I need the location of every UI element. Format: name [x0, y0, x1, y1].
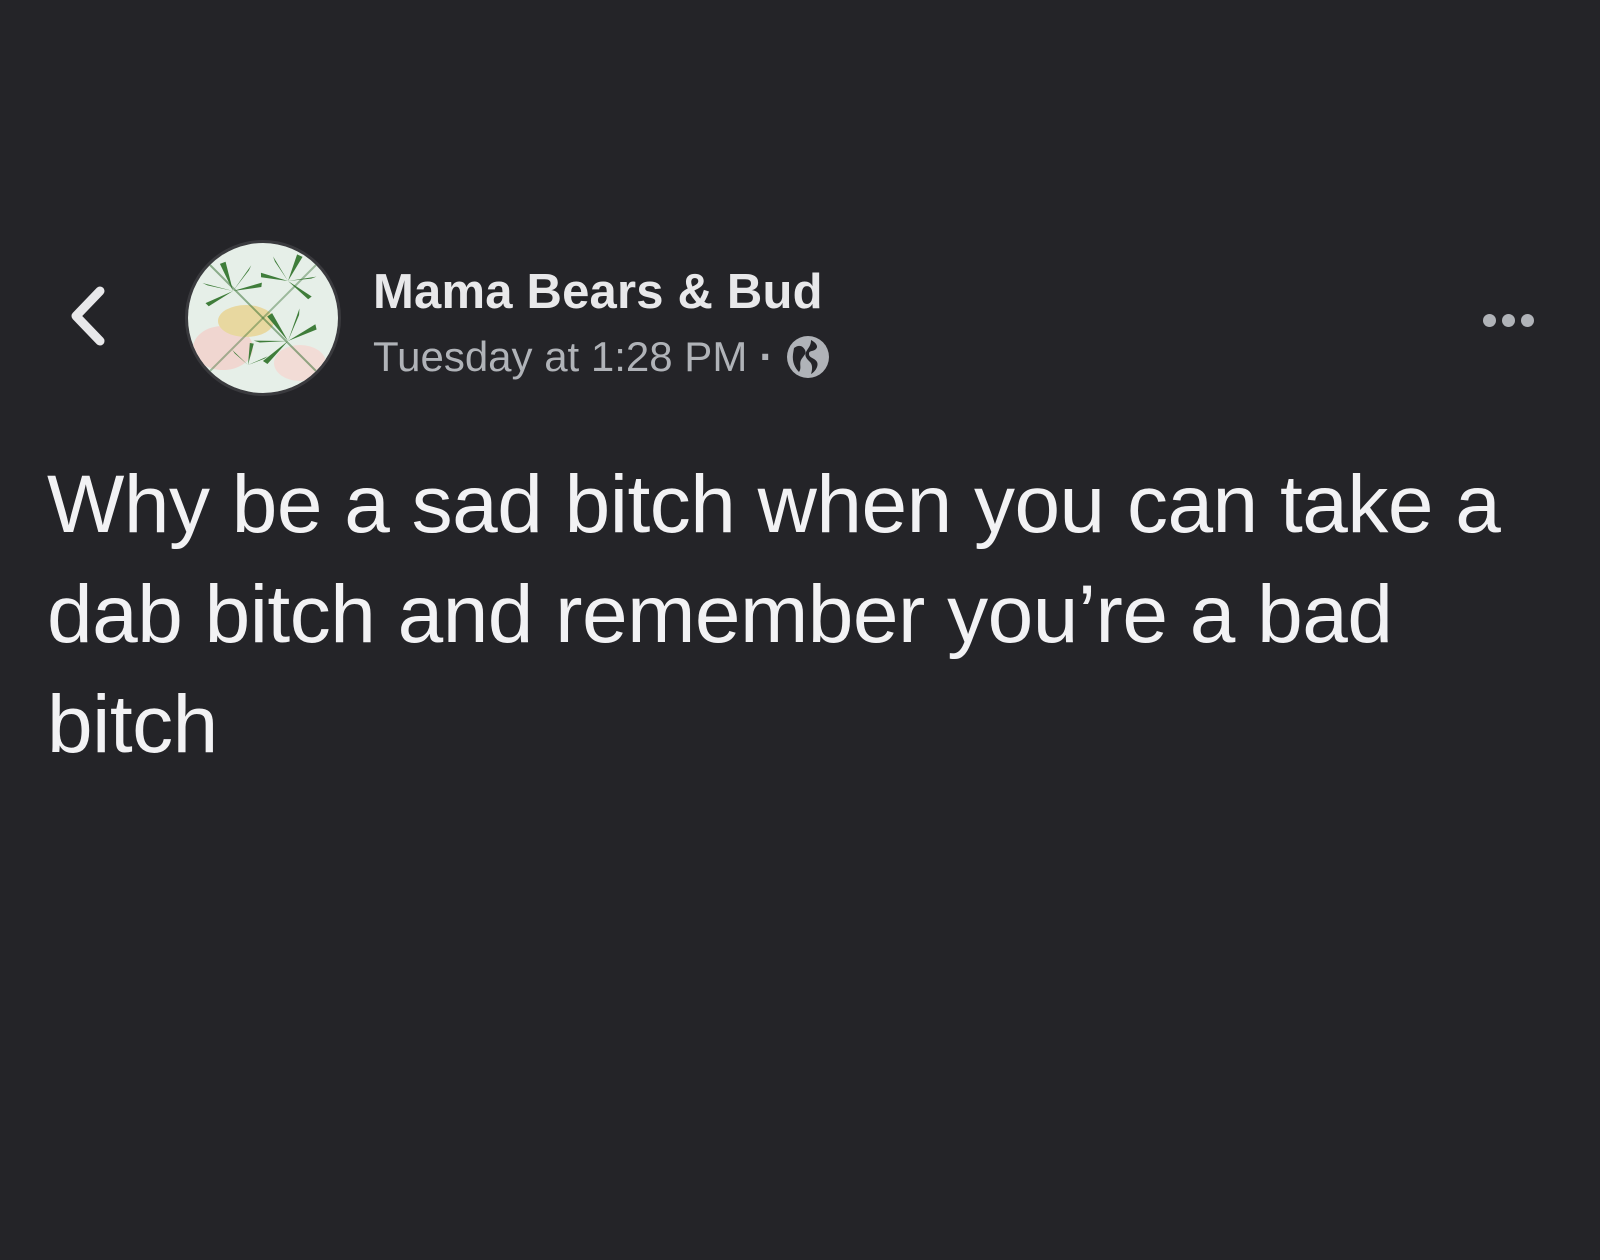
back-button[interactable] [60, 282, 116, 350]
post-header: Mama Bears & Bud Tuesday at 1:28 PM · [373, 262, 831, 382]
post-screen: Mama Bears & Bud Tuesday at 1:28 PM · Wh… [0, 0, 1600, 1260]
chevron-left-icon [71, 286, 105, 346]
more-horizontal-icon [1520, 313, 1534, 327]
globe-icon [785, 334, 831, 380]
avatar[interactable] [185, 240, 341, 396]
meta-separator: · [759, 333, 774, 380]
post-timestamp[interactable]: Tuesday at 1:28 PM [373, 332, 747, 382]
more-horizontal-icon [1482, 313, 1496, 327]
author-name[interactable]: Mama Bears & Bud [373, 262, 831, 322]
post-meta: Tuesday at 1:28 PM · [373, 332, 831, 382]
post-body-text: Why be a sad bitch when you can take a d… [47, 459, 1501, 770]
more-horizontal-icon [1501, 313, 1515, 327]
cannabis-leaf-avatar [188, 243, 338, 393]
more-options-button[interactable] [1468, 300, 1548, 340]
